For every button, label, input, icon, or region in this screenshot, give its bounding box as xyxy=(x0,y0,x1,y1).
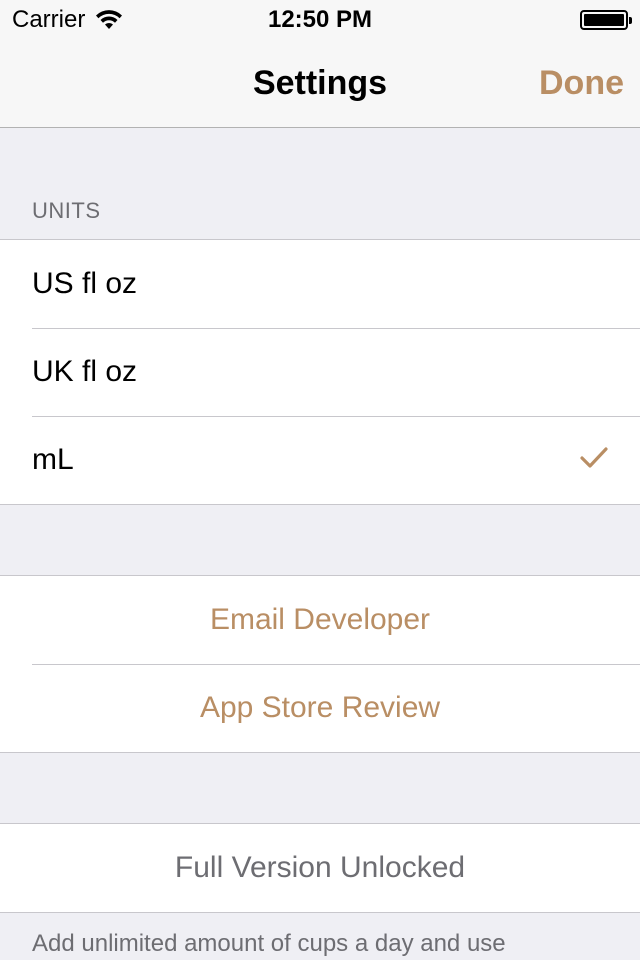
status-time: 12:50 PM xyxy=(267,6,373,33)
status-bar: Carrier 12:50 PM xyxy=(0,0,640,40)
checkmark-icon xyxy=(580,447,608,468)
unit-option-uk-fl-oz[interactable]: UK fl oz xyxy=(0,328,640,416)
unit-option-label: UK fl oz xyxy=(32,355,138,388)
support-group: Email Developer App Store Review xyxy=(0,575,640,753)
purchase-footer-text: Add unlimited amount of cups a day and u… xyxy=(32,930,506,957)
purchase-group: Full Version Unlocked xyxy=(0,823,640,913)
unit-option-us-fl-oz[interactable]: US fl oz xyxy=(0,240,640,328)
email-developer-label: Email Developer xyxy=(209,603,431,636)
full-version-status: Full Version Unlocked xyxy=(0,824,640,912)
app-store-review-label: App Store Review xyxy=(199,691,441,724)
units-group: US fl oz UK fl oz mL xyxy=(0,239,640,505)
battery-icon xyxy=(580,10,632,30)
units-section-header: UNITS xyxy=(32,198,101,223)
email-developer-button[interactable]: Email Developer xyxy=(0,576,640,664)
unit-option-label: mL xyxy=(32,443,74,476)
navigation-bar: Settings Done xyxy=(0,40,640,128)
full-version-label: Full Version Unlocked xyxy=(174,851,466,884)
app-store-review-button[interactable]: App Store Review xyxy=(0,664,640,752)
unit-option-label: US fl oz xyxy=(32,267,138,300)
settings-screen: Carrier 12:50 PM Settings Done UNITS US … xyxy=(0,0,640,960)
unit-option-ml[interactable]: mL xyxy=(0,416,640,504)
done-button[interactable]: Done xyxy=(539,64,624,103)
battery-level xyxy=(584,14,624,26)
